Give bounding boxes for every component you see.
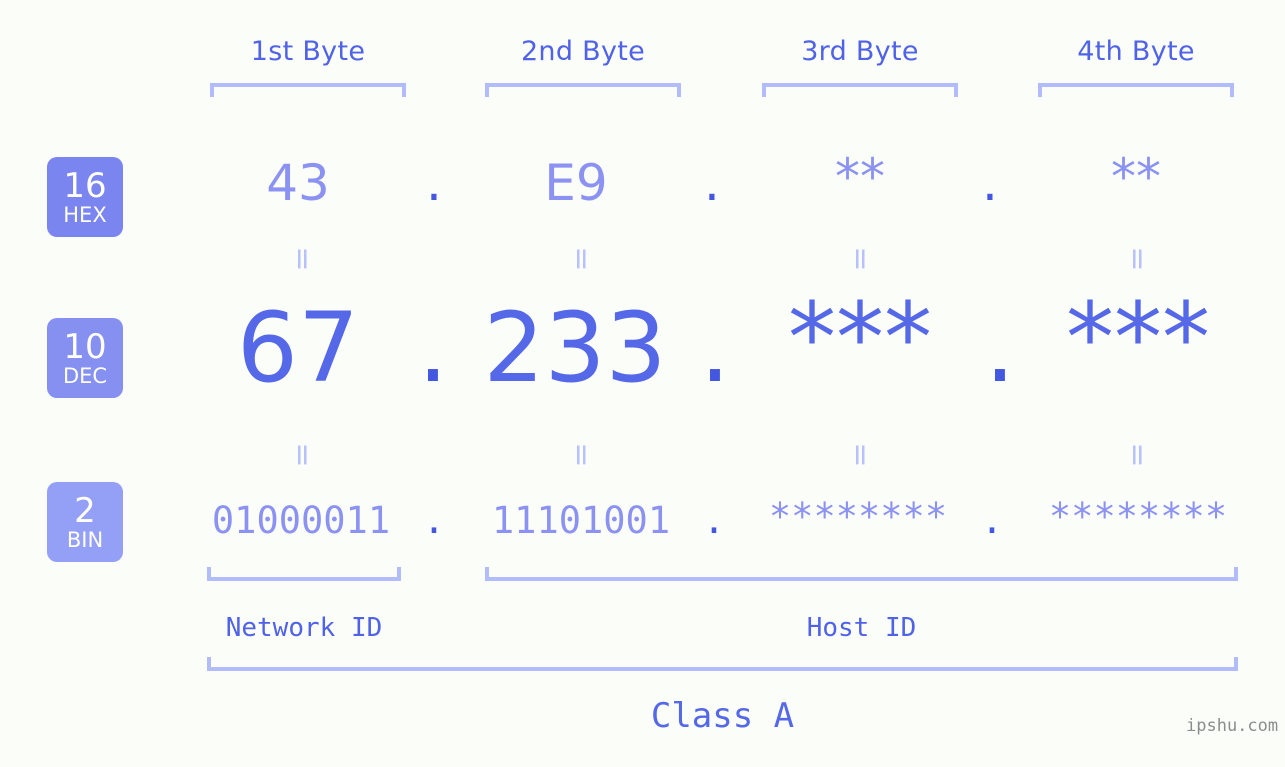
bin-separator-2: . xyxy=(702,499,726,542)
equals-hex-dec-1: = xyxy=(285,246,320,272)
dec-separator-3: . xyxy=(984,292,1016,404)
byte-bracket-2 xyxy=(485,83,681,97)
equals-hex-dec-3: = xyxy=(843,246,878,272)
byte-header-3: 3rd Byte xyxy=(801,36,919,67)
bin-byte-3: ******** xyxy=(768,495,948,538)
byte-bracket-4 xyxy=(1038,83,1234,97)
byte-header-2: 2nd Byte xyxy=(520,36,646,67)
bin-byte-1: 01000011 xyxy=(211,499,391,542)
equals-dec-bin-3: = xyxy=(843,442,878,468)
byte-bracket-1 xyxy=(210,83,406,97)
bin-separator-3: . xyxy=(980,499,1004,542)
bin-byte-4: ******** xyxy=(1048,495,1228,538)
dec-byte-3: *** xyxy=(788,282,932,394)
base-badge-bin: 2 BIN xyxy=(47,482,123,562)
base-badge-hex: 16 HEX xyxy=(47,157,123,237)
network-id-label: Network ID xyxy=(225,613,383,643)
class-bracket xyxy=(207,657,1238,671)
host-id-bracket xyxy=(485,567,1238,581)
hex-byte-3: ** xyxy=(835,148,885,206)
hex-byte-2: E9 xyxy=(544,154,608,212)
byte-header-1: 1st Byte xyxy=(250,36,366,67)
network-id-bracket xyxy=(207,567,401,581)
bin-separator-1: . xyxy=(422,499,446,542)
equals-hex-dec-2: = xyxy=(564,246,599,272)
base-badge-hex-number: 16 xyxy=(63,165,107,206)
base-badge-bin-name: BIN xyxy=(66,527,104,552)
equals-hex-dec-4: = xyxy=(1120,246,1155,272)
dec-byte-2: 233 xyxy=(483,292,667,404)
bin-byte-2: 11101001 xyxy=(491,499,671,542)
base-badge-dec-name: DEC xyxy=(62,363,108,388)
host-id-label: Host ID xyxy=(806,613,917,643)
byte-header-4: 4th Byte xyxy=(1077,36,1195,67)
base-badge-bin-number: 2 xyxy=(74,490,96,531)
hex-byte-4: ** xyxy=(1111,148,1161,206)
byte-bracket-3 xyxy=(762,83,958,97)
site-watermark: ipshu.com xyxy=(1186,716,1279,736)
hex-separator-1: . xyxy=(426,154,442,212)
base-badge-dec-number: 10 xyxy=(63,326,107,367)
hex-separator-3: . xyxy=(982,154,998,212)
dec-separator-2: . xyxy=(699,292,731,404)
base-badge-hex-name: HEX xyxy=(63,202,107,227)
hex-byte-1: 43 xyxy=(266,154,330,212)
class-label: Class A xyxy=(650,696,795,736)
equals-dec-bin-4: = xyxy=(1120,442,1155,468)
dec-separator-1: . xyxy=(417,292,449,404)
dec-byte-4: *** xyxy=(1066,282,1210,394)
ip-address-breakdown-diagram: 1st Byte 2nd Byte 3rd Byte 4th Byte 16 H… xyxy=(0,0,1285,767)
equals-dec-bin-2: = xyxy=(564,442,599,468)
equals-dec-bin-1: = xyxy=(285,442,320,468)
base-badge-dec: 10 DEC xyxy=(47,318,123,398)
hex-separator-2: . xyxy=(704,154,720,212)
dec-byte-1: 67 xyxy=(236,292,360,404)
